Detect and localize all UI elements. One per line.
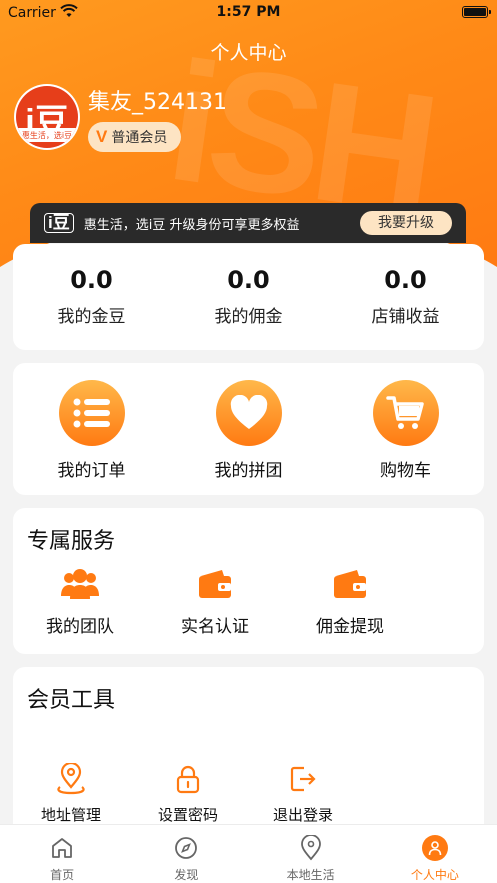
tab-label: 发现 (174, 868, 199, 882)
list-icon (58, 380, 125, 446)
member-level-label: 普通会员 (111, 130, 168, 146)
clock: 1:57 PM (216, 4, 281, 20)
tool-label: 设置密码 (157, 806, 218, 824)
logout-button[interactable]: 退出登录 (258, 762, 348, 825)
avatar-slogan: 惠生活，选i豆 (21, 131, 73, 140)
avatar[interactable]: i豆 惠生活，选i豆 (14, 84, 80, 150)
tab-label: 首页 (50, 868, 75, 882)
heart-icon (215, 380, 282, 446)
page-title: 个人中心 (210, 42, 287, 64)
services-row: 我的团队 实名认证 佣金提现 (13, 566, 484, 646)
stat-commission[interactable]: 0.0 我的佣金 (170, 244, 327, 350)
compass-icon (124, 834, 248, 862)
order-label: 我的拼团 (214, 461, 283, 481)
stat-value: 0.0 (227, 266, 270, 294)
real-name-verification-button[interactable]: 实名认证 (165, 566, 265, 637)
username: 集友_524131 (88, 90, 227, 115)
shopping-cart-button[interactable]: 购物车 (327, 363, 484, 495)
service-label: 佣金提现 (316, 617, 384, 637)
stat-value: 0.0 (384, 266, 427, 294)
commission-withdraw-button[interactable]: 佣金提现 (300, 566, 400, 637)
tool-label: 退出登录 (272, 806, 333, 824)
service-label: 实名认证 (181, 617, 249, 637)
my-group-buy-button[interactable]: 我的拼团 (170, 363, 327, 495)
order-label: 购物车 (380, 461, 431, 481)
status-bar: Carrier 1:57 PM (0, 0, 497, 26)
stat-label: 我的金豆 (57, 307, 126, 327)
vip-icon: V (96, 127, 108, 146)
member-badge[interactable]: V 普通会员 (88, 122, 182, 152)
logout-icon (258, 762, 348, 796)
tools-title: 会员工具 (27, 688, 116, 713)
order-label: 我的订单 (57, 461, 126, 481)
tab-discover[interactable]: 发现 (124, 825, 248, 883)
location-icon (26, 762, 116, 796)
map-pin-icon (249, 834, 373, 862)
upgrade-banner-text: 惠生活，选i豆 升级身份可享更多权益 (83, 217, 300, 233)
services-card: 专属服务 我的团队 实名认证 佣金提现 (13, 508, 484, 654)
tab-label: 个人中心 (410, 868, 459, 882)
my-team-button[interactable]: 我的团队 (30, 566, 130, 637)
services-title: 专属服务 (27, 529, 116, 554)
battery-icon (462, 6, 491, 18)
upgrade-banner: i豆 惠生活，选i豆 升级身份可享更多权益 我要升级 (30, 203, 466, 243)
stat-gold-beans[interactable]: 0.0 我的金豆 (13, 244, 170, 350)
my-orders-button[interactable]: 我的订单 (13, 363, 170, 495)
brand-logo-icon: i豆 (44, 213, 74, 233)
team-icon (30, 566, 130, 602)
stat-label: 店铺收益 (371, 307, 440, 327)
wallet-icon (165, 566, 265, 602)
set-password-button[interactable]: 设置密码 (143, 762, 233, 825)
wallet-icon (300, 566, 400, 602)
address-management-button[interactable]: 地址管理 (26, 762, 116, 825)
lock-icon (143, 762, 233, 796)
tab-profile[interactable]: 个人中心 (373, 825, 497, 883)
stats-card: 0.0 我的金豆 0.0 我的佣金 0.0 店铺收益 (13, 244, 484, 350)
stat-label: 我的佣金 (214, 307, 283, 327)
stat-store-earnings[interactable]: 0.0 店铺收益 (327, 244, 484, 350)
tab-local-life[interactable]: 本地生活 (249, 825, 373, 883)
service-label: 我的团队 (46, 617, 114, 637)
home-icon (0, 834, 124, 862)
tab-home[interactable]: 首页 (0, 825, 124, 883)
stat-value: 0.0 (70, 266, 113, 294)
tab-label: 本地生活 (286, 868, 335, 882)
cart-icon (372, 380, 439, 446)
user-icon (373, 834, 497, 862)
orders-card: 我的订单 我的拼团 购物车 (13, 363, 484, 495)
upgrade-button[interactable]: 我要升级 (360, 211, 452, 235)
bottom-tab-bar: 首页 发现 本地生活 个人中心 (0, 824, 497, 883)
tool-label: 地址管理 (40, 806, 101, 824)
